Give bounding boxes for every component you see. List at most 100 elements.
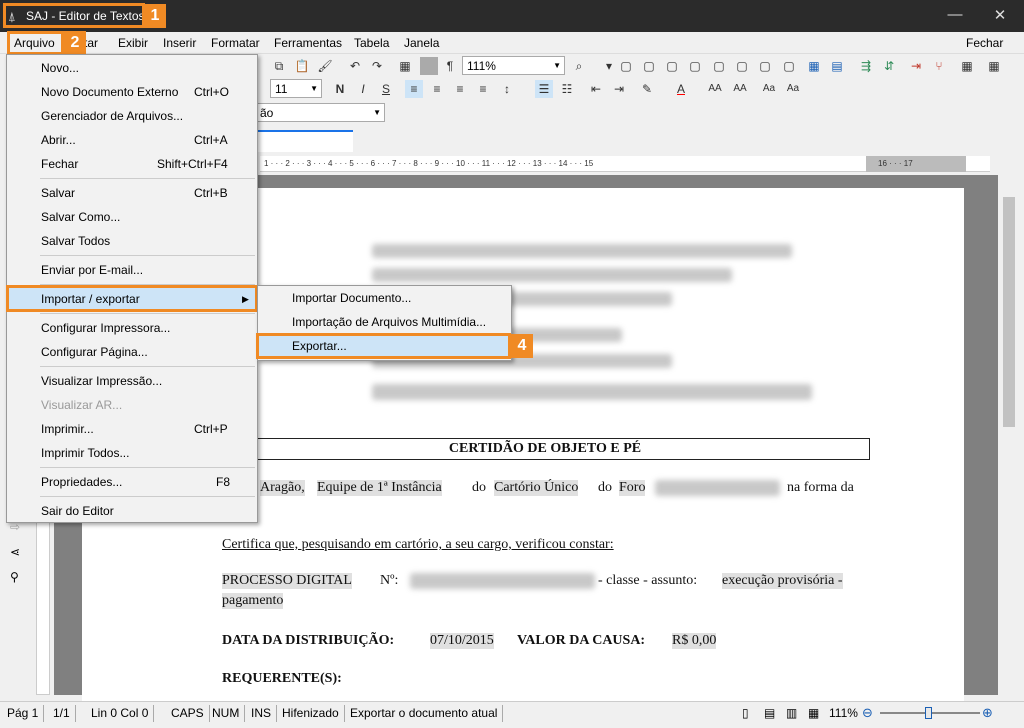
- menu-item-config-impressora[interactable]: Configurar Impressora...: [8, 317, 256, 339]
- format-painter-icon[interactable]: 🖌: [316, 57, 334, 75]
- view-page-icon[interactable]: ▤: [764, 706, 775, 720]
- menu-item-gerenciador[interactable]: Gerenciador de Arquivos...: [8, 105, 256, 127]
- numbered-list-icon[interactable]: ☷: [558, 80, 576, 98]
- view-two-pages-icon[interactable]: ▥: [786, 706, 797, 720]
- grid2-icon[interactable]: ▦: [985, 57, 1003, 75]
- paste-icon[interactable]: 📋: [293, 57, 311, 75]
- more-icon[interactable]: ▾: [600, 57, 618, 75]
- menu-item-imprimir-todos[interactable]: Imprimir Todos...: [8, 442, 256, 464]
- split-icon[interactable]: ⇵: [880, 57, 898, 75]
- menu-item-config-pagina[interactable]: Configurar Página...: [8, 341, 256, 363]
- doc-text: do: [598, 480, 612, 495]
- menu-item-fechar[interactable]: Fechar Shift+Ctrl+F4: [8, 153, 256, 175]
- document-tab[interactable]: [258, 130, 353, 152]
- zoom-out-icon[interactable]: ⊖: [862, 705, 873, 721]
- indent-icon[interactable]: ⇥: [610, 80, 628, 98]
- menu-ferramentas[interactable]: Ferramentas: [274, 36, 342, 50]
- copy-icon[interactable]: ⧉: [270, 57, 288, 75]
- grow-font-icon[interactable]: AA: [706, 80, 724, 98]
- arrow-red-icon[interactable]: ⇥: [907, 57, 925, 75]
- menu-bar: Arquivo tar Exibir Inserir Formatar Ferr…: [0, 32, 1024, 54]
- box3-icon[interactable]: ▢: [663, 57, 681, 75]
- outdent-icon[interactable]: ⇤: [587, 80, 605, 98]
- zoom-in-icon[interactable]: ⊕: [982, 705, 993, 721]
- menu-item-label: Importar Documento...: [292, 291, 412, 305]
- view-web-icon[interactable]: ▦: [808, 706, 819, 720]
- box5-icon[interactable]: ▢: [710, 57, 728, 75]
- style-select[interactable]: ão ▼: [255, 103, 385, 122]
- menu-exibir[interactable]: Exibir: [118, 36, 148, 50]
- close-button[interactable]: ✕: [985, 6, 1015, 24]
- bold-icon[interactable]: N: [331, 80, 349, 98]
- menu-tabela[interactable]: Tabela: [354, 36, 389, 50]
- menu-item-novo[interactable]: Novo...: [8, 57, 256, 79]
- redacted-processo: [410, 573, 595, 589]
- pilcrow-icon[interactable]: ¶: [441, 57, 459, 75]
- zoom-slider-thumb[interactable]: [925, 707, 932, 719]
- scrollbar-thumb[interactable]: [1003, 197, 1015, 427]
- menu-item-salvar[interactable]: Salvar Ctrl+B: [8, 182, 256, 204]
- box2-icon[interactable]: ▢: [640, 57, 658, 75]
- highlight-icon[interactable]: ✎: [638, 80, 656, 98]
- menu-janela[interactable]: Janela: [404, 36, 439, 50]
- menu-item-label: Visualizar Impressão...: [41, 374, 163, 388]
- minimize-button[interactable]: —: [940, 6, 970, 23]
- align-center-icon[interactable]: ≡: [428, 80, 446, 98]
- menu-item-email[interactable]: Enviar por E-mail...: [8, 259, 256, 281]
- menu-inserir[interactable]: Inserir: [163, 36, 196, 50]
- menu-item-abrir[interactable]: Abrir... Ctrl+A: [8, 129, 256, 151]
- box4-icon[interactable]: ▢: [686, 57, 704, 75]
- zoom-icon[interactable]: ⌕: [570, 57, 588, 75]
- view-normal-icon[interactable]: ▯: [742, 706, 749, 720]
- box6-icon[interactable]: ▢: [733, 57, 751, 75]
- doc-text: do: [472, 480, 486, 495]
- step-badge-4: 4: [511, 334, 533, 358]
- fechar-button[interactable]: Fechar: [966, 36, 1003, 50]
- case2-icon[interactable]: Aa: [784, 80, 802, 98]
- ruler: 1 · · · 2 · · · 3 · · · 4 · · · 5 · · · …: [260, 156, 990, 172]
- vertical-scrollbar[interactable]: [999, 175, 1020, 695]
- status-ins: INS: [246, 705, 278, 722]
- menu-editar[interactable]: tar: [84, 36, 98, 50]
- font-size-select[interactable]: 11 ▼: [270, 79, 322, 98]
- shrink-font-icon[interactable]: AA: [731, 80, 749, 98]
- merge-icon[interactable]: ⇶: [857, 57, 875, 75]
- print-icon[interactable]: ▦: [958, 57, 976, 75]
- menu-item-visualizar-impressao[interactable]: Visualizar Impressão...: [8, 370, 256, 392]
- valor-label: VALOR DA CAUSA:: [517, 633, 646, 648]
- menu-formatar[interactable]: Formatar: [211, 36, 260, 50]
- submenu-item-importar-multimidia[interactable]: Importação de Arquivos Multimídia...: [259, 311, 511, 333]
- menu-item-imprimir[interactable]: Imprimir... Ctrl+P: [8, 418, 256, 440]
- menu-item-salvar-todos[interactable]: Salvar Todos: [8, 230, 256, 252]
- fork-red-icon[interactable]: ⑂: [930, 57, 948, 75]
- menu-item-sair[interactable]: Sair do Editor: [8, 500, 256, 522]
- layout2-icon[interactable]: ▤: [828, 57, 846, 75]
- font-color-icon[interactable]: A: [672, 80, 690, 98]
- layout1-icon[interactable]: ▦: [805, 57, 823, 75]
- align-left-icon[interactable]: ≡: [405, 80, 423, 98]
- redo-icon[interactable]: ↷: [368, 57, 386, 75]
- undo-icon[interactable]: ↶: [346, 57, 364, 75]
- table-icon[interactable]: ▦: [396, 57, 414, 75]
- share-icon[interactable]: ⋖: [10, 545, 20, 559]
- bullet-list-icon[interactable]: ☰: [535, 80, 553, 98]
- menu-item-novo-externo[interactable]: Novo Documento Externo Ctrl+O: [8, 81, 256, 103]
- menu-item-propriedades[interactable]: Propriedades... F8: [8, 471, 256, 493]
- status-page-total: 1/1: [48, 705, 76, 722]
- zoom-select[interactable]: 111% ▼: [462, 56, 565, 75]
- grid-icon[interactable]: [420, 57, 438, 75]
- case1-icon[interactable]: Aa: [760, 80, 778, 98]
- underline-icon[interactable]: S: [377, 80, 395, 98]
- box8-icon[interactable]: ▢: [780, 57, 798, 75]
- box7-icon[interactable]: ▢: [756, 57, 774, 75]
- justify-icon[interactable]: ≡: [474, 80, 492, 98]
- box1-icon[interactable]: ▢: [617, 57, 635, 75]
- menu-item-salvar-como[interactable]: Salvar Como...: [8, 206, 256, 228]
- italic-icon[interactable]: I: [354, 80, 372, 98]
- menu-item-label: Fechar: [41, 157, 79, 171]
- doc-text: na forma da: [787, 480, 854, 495]
- line-spacing-icon[interactable]: ↕: [498, 80, 516, 98]
- submenu-item-importar-documento[interactable]: Importar Documento...: [259, 287, 511, 309]
- align-right-icon[interactable]: ≡: [451, 80, 469, 98]
- brush-icon[interactable]: ⚲: [10, 570, 19, 584]
